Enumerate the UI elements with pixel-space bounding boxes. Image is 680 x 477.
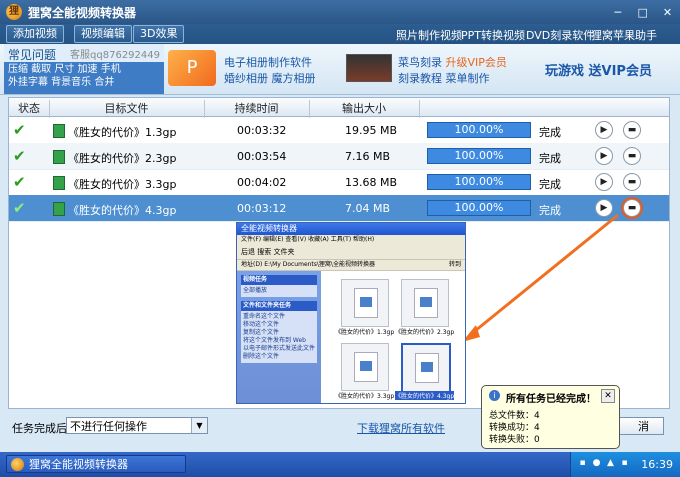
- file-thumb: [341, 279, 389, 327]
- explorer-address: 地址(D) E:\My Documents\狸窝\全能视频转换器 转到: [237, 260, 465, 271]
- system-tray: ▪ ● ▲ ▪ 16:39: [570, 452, 680, 477]
- explorer-task-pane: 视频任务 全部播放 文件和文件夹任务 重命名这个文件 移动这个文件 复制这个文件 …: [237, 271, 321, 403]
- info-icon: i: [489, 390, 500, 401]
- file-thumb: [341, 343, 389, 391]
- thumb-label: 《胜女的代价》4.3gp: [395, 391, 455, 400]
- notification-balloon: i 所有任务已经完成！ ✕ 总文件数：4 转换成功：4 转换失败：0: [481, 385, 620, 449]
- file-task-item: 重命名这个文件: [243, 313, 286, 320]
- explorer-address-label: 地址(D): [241, 261, 263, 268]
- notify-fail: 转换失败：0: [489, 435, 540, 445]
- app-window: 狸 狸窝全能视频转换器 ─ □ ✕ 添加视频 视频编辑 3D效果 照片制作视频 …: [0, 0, 680, 452]
- taskbar-app-label: 狸窝全能视频转换器: [29, 458, 128, 471]
- app-logo-icon: [11, 458, 24, 471]
- file-task-item: 复制这个文件: [243, 329, 280, 336]
- explorer-title: 全能视频转换器: [237, 223, 465, 235]
- taskbar: 狸窝全能视频转换器 ▪ ● ▲ ▪ 16:39: [0, 452, 680, 477]
- explorer-go: 转到: [448, 261, 461, 268]
- download-all-link[interactable]: 下载狸窝所有软件: [357, 420, 445, 436]
- tray-icon[interactable]: ▪: [577, 458, 588, 469]
- explorer-toolbar: 后退 搜索 文件夹: [237, 245, 465, 260]
- play-all-item: 全部播放: [243, 287, 268, 294]
- video-task-title: 视频任务: [241, 275, 317, 285]
- file-thumb: [401, 279, 449, 327]
- taskbar-app-button[interactable]: 狸窝全能视频转换器: [6, 455, 186, 473]
- file-task-item: 删除这个文件: [243, 353, 280, 360]
- file-task-title: 文件和文件夹任务: [241, 301, 317, 311]
- file-task-item: 移动这个文件: [243, 321, 280, 328]
- notify-title: 所有任务已经完成！: [506, 394, 596, 405]
- tray-icon[interactable]: ●: [591, 458, 602, 469]
- file-thumb-selected: [401, 343, 451, 393]
- thumb-label: 《胜女的代价》2.3gp: [395, 329, 455, 336]
- thumb-label: 《胜女的代价》3.3gp: [335, 393, 395, 400]
- after-task-value: 不进行任何操作: [70, 420, 147, 433]
- tray-icon[interactable]: ▪: [619, 458, 630, 469]
- file-task-item: 以电子邮件形式发送此文件: [243, 345, 316, 352]
- thumb-label: 《胜女的代价》1.3gp: [335, 329, 395, 336]
- close-icon[interactable]: ✕: [601, 389, 615, 403]
- tray-icon[interactable]: ▲: [605, 458, 616, 469]
- after-task-select[interactable]: 不进行任何操作 ▼: [66, 417, 208, 434]
- clock: 16:39: [641, 458, 673, 471]
- explorer-menu: 文件(F) 编辑(E) 查看(V) 收藏(A) 工具(T) 帮助(H): [237, 235, 465, 245]
- explorer-window: 全能视频转换器 文件(F) 编辑(E) 查看(V) 收藏(A) 工具(T) 帮助…: [236, 222, 466, 404]
- file-task-item: 将这个文件发布到 Web: [243, 337, 306, 344]
- chevron-down-icon[interactable]: ▼: [191, 418, 207, 433]
- explorer-address-path: E:\My Documents\狸窝\全能视频转换器: [264, 261, 375, 268]
- after-task-label: 任务完成后:: [12, 422, 71, 435]
